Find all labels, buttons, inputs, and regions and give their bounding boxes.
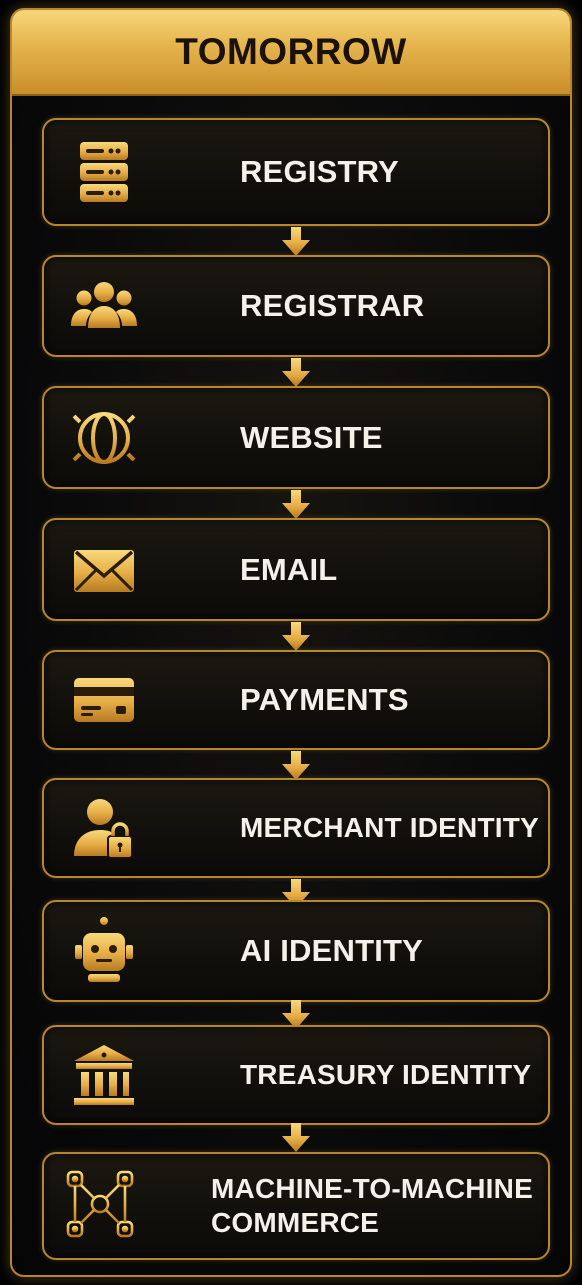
globe-icon xyxy=(66,400,142,476)
step-treasury-identity: TREASURY IDENTITY xyxy=(42,1025,550,1125)
server-icon xyxy=(66,134,142,210)
envelope-icon xyxy=(66,532,142,608)
step-registry: REGISTRY xyxy=(42,118,550,226)
step-label: EMAIL xyxy=(240,551,338,587)
step-label-multiline: MACHINE-TO-MACHINE COMMERCE xyxy=(211,1172,533,1240)
step-machine-to-machine-commerce: MACHINE-TO-MACHINE COMMERCE xyxy=(42,1152,550,1260)
arrow-down-icon xyxy=(280,751,312,781)
step-label: AI IDENTITY xyxy=(240,933,424,968)
step-website: WEBSITE xyxy=(42,386,550,489)
step-label: WEBSITE xyxy=(240,419,383,455)
step-label: PAYMENTS xyxy=(240,682,409,717)
user-lock-icon xyxy=(66,790,142,866)
arrow-down-icon xyxy=(280,622,312,652)
step-label-line2: COMMERCE xyxy=(211,1207,380,1238)
step-label: MERCHANT IDENTITY xyxy=(240,812,539,843)
step-label-line1: MACHINE-TO-MACHINE xyxy=(211,1173,533,1204)
step-registrar: REGISTRAR xyxy=(42,255,550,357)
arrow-down-icon xyxy=(280,358,312,388)
diagram-frame: TOMORROW REGISTRY REGISTRAR WEBSITE EMAI… xyxy=(10,8,572,1277)
people-icon xyxy=(66,268,142,344)
step-ai-identity: AI IDENTITY xyxy=(42,900,550,1002)
step-payments: PAYMENTS xyxy=(42,650,550,750)
arrow-down-icon xyxy=(280,227,312,257)
step-label: REGISTRY xyxy=(240,154,399,189)
bank-icon xyxy=(66,1037,142,1113)
arrow-down-icon xyxy=(280,1123,312,1153)
step-merchant-identity: MERCHANT IDENTITY xyxy=(42,778,550,878)
credit-card-icon xyxy=(66,662,142,738)
robot-icon xyxy=(66,913,142,989)
arrow-down-icon xyxy=(280,490,312,520)
network-icon xyxy=(62,1166,142,1246)
step-email: EMAIL xyxy=(42,518,550,621)
step-label: TREASURY IDENTITY xyxy=(240,1059,532,1090)
header-title: TOMORROW xyxy=(175,31,407,72)
header-banner: TOMORROW xyxy=(12,10,570,96)
step-label: REGISTRAR xyxy=(240,288,425,323)
